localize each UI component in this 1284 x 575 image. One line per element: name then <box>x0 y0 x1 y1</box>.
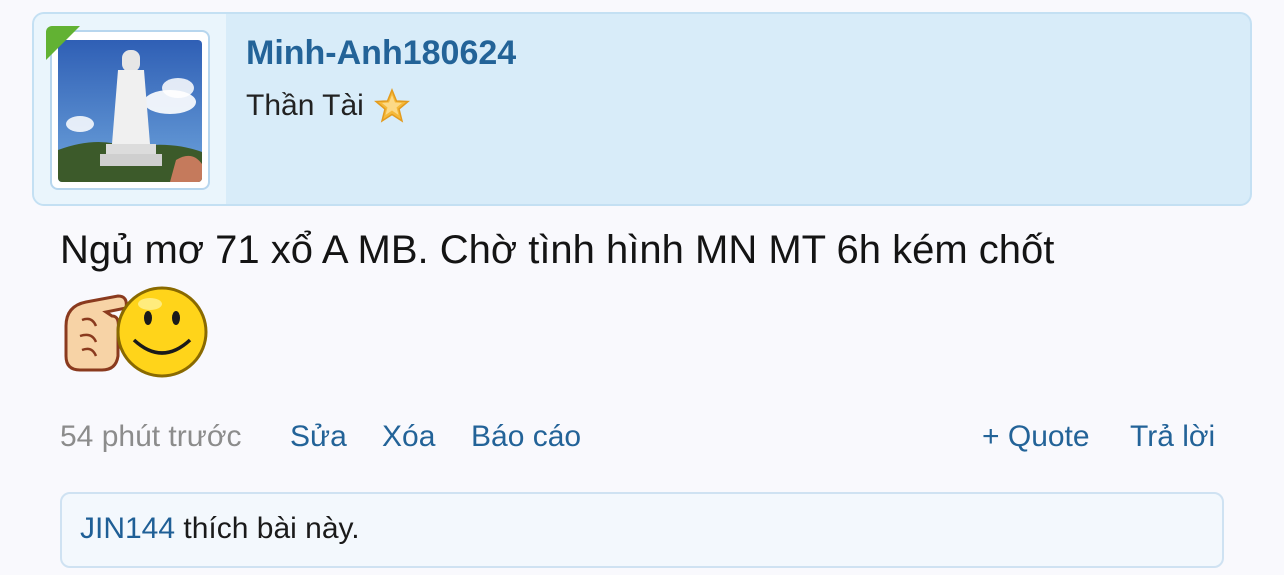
reply-button[interactable]: Trả lời <box>1130 420 1215 454</box>
likes-label: thích bài này. <box>183 512 360 545</box>
statue-avatar-image <box>58 40 202 182</box>
pointing-smiley-icon <box>62 286 212 380</box>
post-actions-bar: 54 phút trước Sửa Xóa Báo cáo + Quote Tr… <box>60 420 1224 460</box>
star-icon <box>373 88 410 124</box>
likes-text-row: JIN144 thích bài này. <box>80 512 360 546</box>
post-author-header: Minh-Anh180624 Thần Tài <box>32 12 1252 206</box>
online-badge <box>46 26 80 60</box>
author-title-row: Thần Tài <box>246 88 410 124</box>
author-title: Thần Tài <box>246 89 364 122</box>
delete-button[interactable]: Xóa <box>382 420 435 454</box>
report-button[interactable]: Báo cáo <box>471 420 581 454</box>
post-timestamp: 54 phút trước <box>60 420 242 453</box>
liker-username[interactable]: JIN144 <box>80 512 175 545</box>
post-message: Ngủ mơ 71 xổ A MB. Chờ tình hình MN MT 6… <box>60 228 1055 272</box>
likes-summary: JIN144 thích bài này. <box>60 492 1224 568</box>
avatar-panel <box>34 14 226 204</box>
edit-button[interactable]: Sửa <box>290 420 347 454</box>
author-username[interactable]: Minh-Anh180624 <box>246 34 516 73</box>
quote-button[interactable]: + Quote <box>982 420 1090 454</box>
